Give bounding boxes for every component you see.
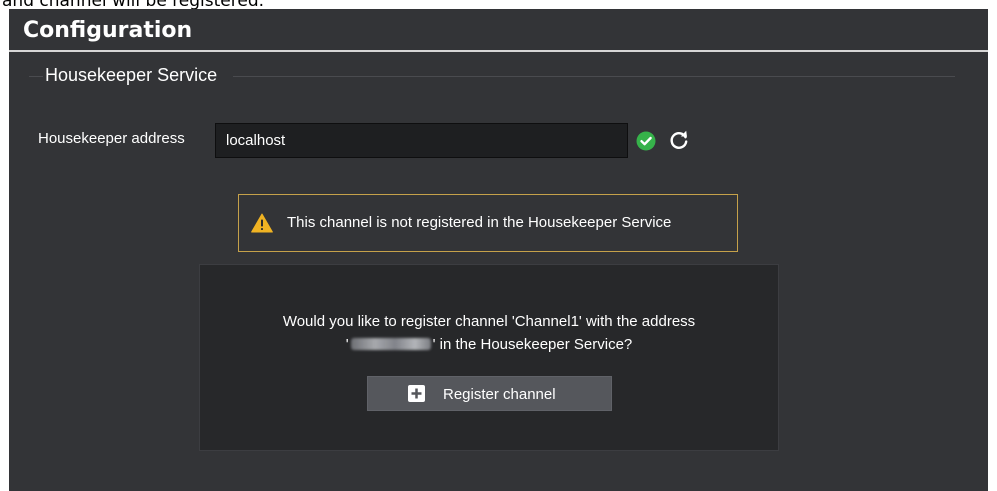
warning-text: This channel is not registered in the Ho…: [287, 214, 672, 231]
fieldset-divider: [233, 76, 955, 77]
register-question-line2: ' ' in the Housekeeper Service?: [200, 336, 778, 353]
panel-header: Configuration: [9, 9, 988, 52]
check-circle-icon: [636, 131, 656, 151]
register-question-line1: Would you like to register channel 'Chan…: [282, 313, 696, 330]
register-channel-card: Would you like to register channel 'Chan…: [199, 264, 779, 451]
register-question-suffix: ' in the Housekeeper Service?: [432, 336, 633, 353]
register-channel-button[interactable]: Register channel: [367, 376, 612, 411]
configuration-panel: Configuration Housekeeper Service Housek…: [9, 9, 988, 491]
housekeeper-section-legend: Housekeeper Service: [45, 65, 218, 85]
page-title: Configuration: [23, 18, 193, 43]
housekeeper-address-input[interactable]: [215, 123, 628, 158]
refresh-icon[interactable]: [668, 129, 690, 151]
plus-square-icon: [408, 385, 425, 402]
redacted-address: [350, 338, 431, 350]
not-registered-warning: This channel is not registered in the Ho…: [238, 194, 738, 252]
fieldset-divider: [29, 76, 43, 77]
register-channel-label: Register channel: [443, 386, 556, 403]
housekeeper-address-label: Housekeeper address: [38, 130, 185, 147]
quote-prefix: ': [345, 336, 349, 353]
warning-triangle-icon: [251, 213, 273, 233]
